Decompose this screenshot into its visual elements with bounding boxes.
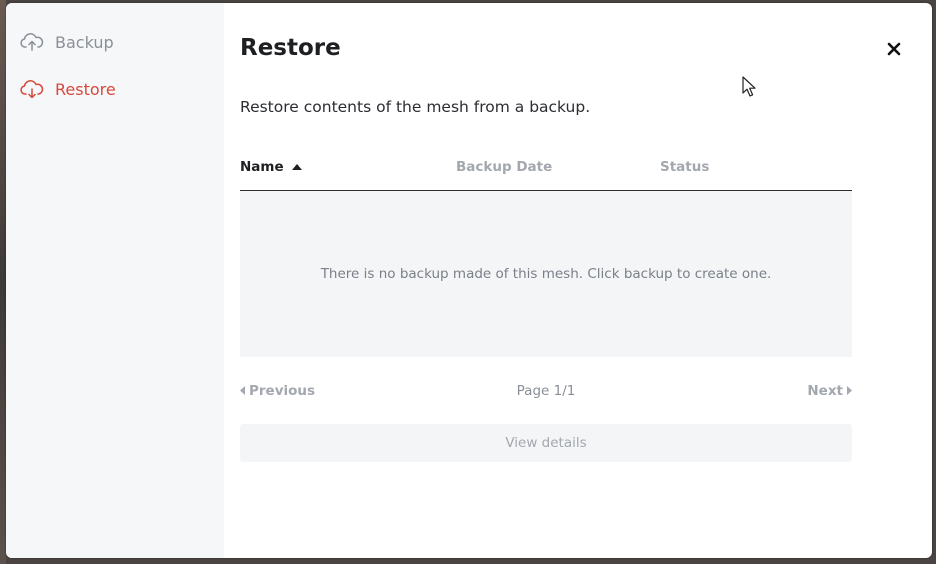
close-icon <box>887 41 901 60</box>
column-header-status[interactable]: Status <box>660 159 709 175</box>
sidebar-item-label: Restore <box>55 79 116 99</box>
pagination: Page 1/1 Previous Next <box>240 383 852 403</box>
mouse-cursor-icon <box>742 76 758 98</box>
next-page-button[interactable]: Next <box>807 383 852 399</box>
table-empty-state: There is no backup made of this mesh. Cl… <box>240 191 852 357</box>
column-header-label: Name <box>240 159 284 175</box>
empty-state-message: There is no backup made of this mesh. Cl… <box>320 266 772 282</box>
main-content: Restore Restore contents of the mesh fro… <box>240 3 930 558</box>
sort-ascending-icon <box>291 164 302 170</box>
chevron-right-icon <box>846 383 852 399</box>
cloud-upload-icon <box>20 30 44 54</box>
page-title: Restore <box>240 35 341 61</box>
sidebar: Backup Restore <box>6 3 224 558</box>
next-page-label: Next <box>807 383 843 399</box>
close-button[interactable] <box>880 36 908 64</box>
backup-table: Name Backup Date Status There is no back… <box>240 153 852 357</box>
view-details-button[interactable]: View details <box>240 424 852 462</box>
column-header-backup-date[interactable]: Backup Date <box>456 159 552 175</box>
chevron-left-icon <box>240 383 246 399</box>
cloud-download-icon <box>20 77 44 101</box>
table-header: Name Backup Date Status <box>240 153 852 191</box>
column-header-name[interactable]: Name <box>240 159 302 175</box>
sidebar-item-restore[interactable]: Restore <box>20 76 116 102</box>
restore-modal: Backup Restore Restore Restore contents … <box>6 3 932 558</box>
page-description: Restore contents of the mesh from a back… <box>240 98 591 116</box>
sidebar-item-label: Backup <box>55 32 114 52</box>
page-indicator: Page 1/1 <box>516 383 576 399</box>
sidebar-item-backup[interactable]: Backup <box>20 29 114 55</box>
previous-page-button[interactable]: Previous <box>240 383 315 399</box>
previous-page-label: Previous <box>249 383 316 399</box>
